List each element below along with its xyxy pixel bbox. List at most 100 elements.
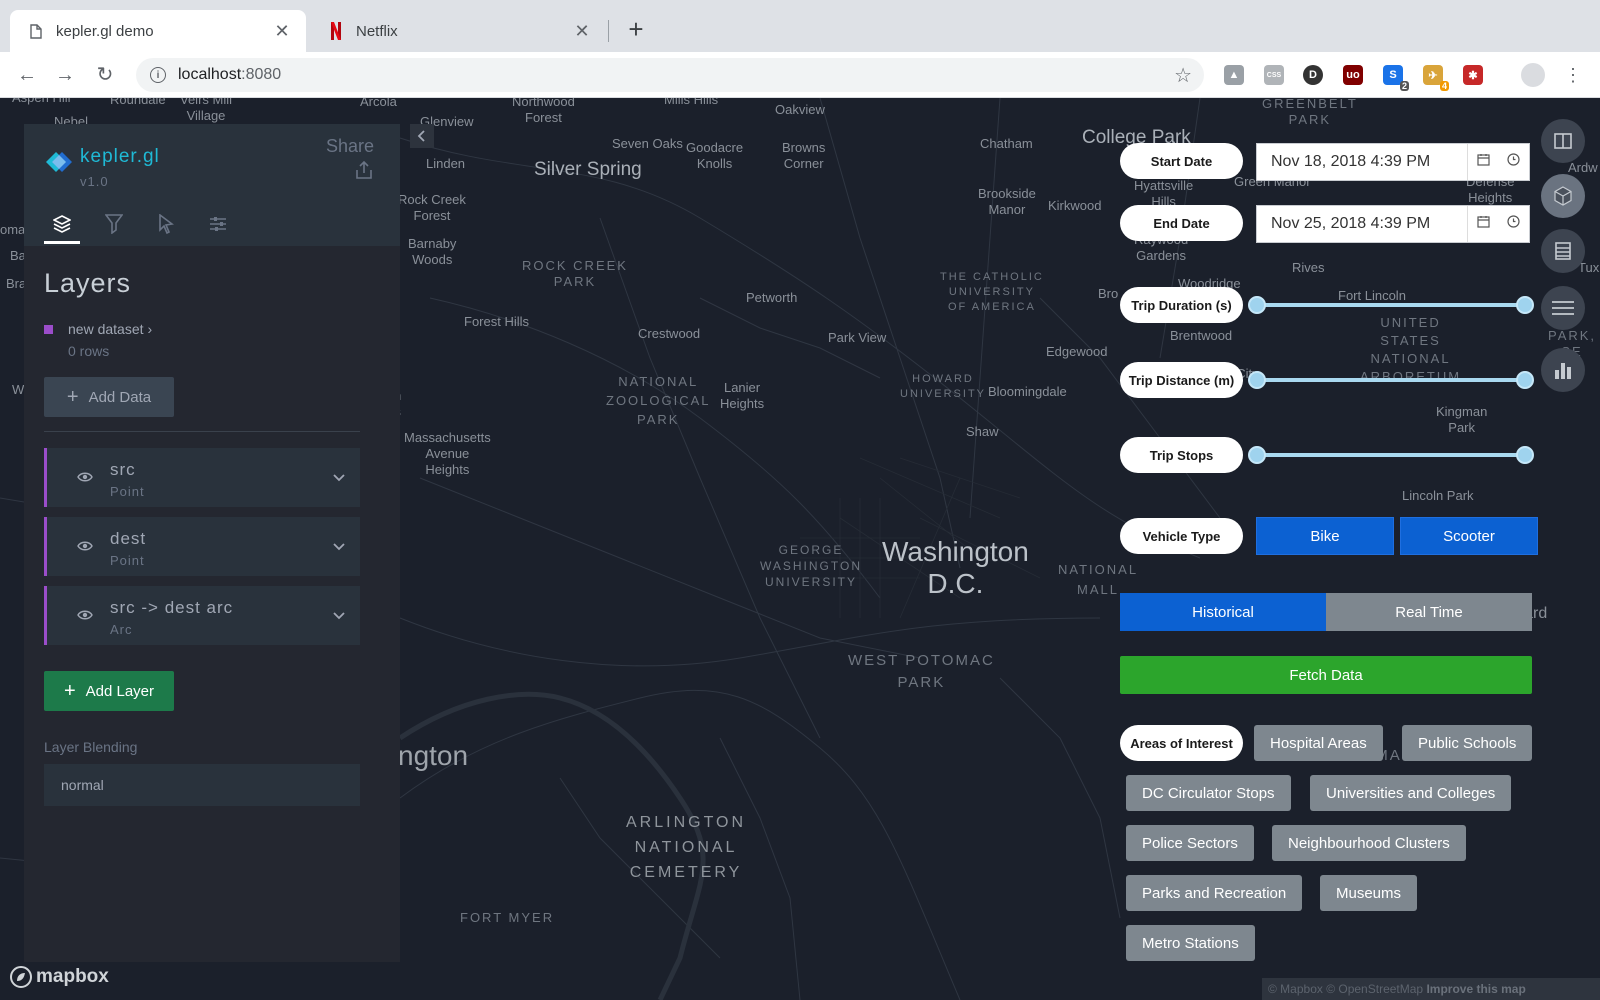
layer-item[interactable]: dest Point [44,517,360,576]
reload-icon[interactable]: ↻ [92,62,118,88]
area-metro-stations[interactable]: Metro Stations [1126,925,1255,961]
tab-filters[interactable] [96,204,132,244]
css-icon[interactable]: CSS [1264,65,1284,85]
chevron-right-icon[interactable]: › [148,321,153,337]
kepler-logo-icon [46,152,72,172]
ublock-icon[interactable]: uo [1343,65,1363,85]
area-dc-circulator-stops[interactable]: DC Circulator Stops [1126,775,1291,811]
map-label: HOWARD UNIVERSITY [900,373,987,400]
browser-tab-strip: kepler.gl demo ✕ Netflix ✕ + [0,0,1600,52]
tab-kepler[interactable]: kepler.gl demo ✕ [10,10,306,52]
improve-map-link[interactable]: Improve this map [1426,982,1525,996]
split-map-button[interactable] [1541,119,1585,163]
dataset-color-swatch [44,324,53,334]
map-attribution: © Mapbox © OpenStreetMap Improve this ma… [1262,978,1600,1000]
fetch-data-button[interactable]: Fetch Data [1120,656,1532,694]
add-layer-button[interactable]: + Add Layer [44,671,174,711]
chart-button[interactable] [1541,348,1585,392]
puzzle-icon[interactable]: ✱ [1463,65,1483,85]
area-parks-recreation[interactable]: Parks and Recreation [1126,875,1303,911]
chevron-down-icon[interactable] [332,539,346,553]
map-label: Mills Hills [664,98,719,107]
3d-view-button[interactable] [1541,174,1585,218]
start-date-value[interactable]: Nov 18, 2018 4:39 PM [1257,153,1467,171]
menu-button[interactable] [1541,286,1585,330]
map-label: Kingman Park [1436,404,1488,435]
share-button[interactable]: Share [326,136,374,157]
map-label: ngton [398,740,469,771]
close-tab-icon[interactable]: ✕ [570,19,594,43]
slider-handle-max[interactable] [1516,371,1534,389]
slider-handle-max[interactable] [1516,446,1534,464]
slider-handle-min[interactable] [1248,296,1266,314]
clock-icon[interactable] [1507,153,1520,171]
calendar-icon[interactable] [1477,153,1490,171]
start-date-input[interactable]: Nov 18, 2018 4:39 PM [1256,143,1530,181]
map-label: Oakview [775,102,825,117]
area-hospital-areas[interactable]: Hospital Areas [1254,725,1383,761]
trip-duration-slider[interactable] [1248,296,1534,314]
area-museums[interactable]: Museums [1320,875,1418,911]
map-label: Seven Oaks [612,136,683,151]
historical-toggle[interactable]: Historical [1120,593,1326,631]
dataset-row[interactable]: new dataset › [44,321,380,337]
collapse-panel-button[interactable] [410,124,434,148]
share-icon[interactable] [354,160,374,180]
map-label: THE CATHOLIC UNIVERSITY OF AMERICA [940,271,1044,313]
add-data-button[interactable]: + Add Data [44,377,174,417]
end-date-input[interactable]: Nov 25, 2018 4:39 PM [1256,205,1530,243]
trip-stops-slider[interactable] [1248,446,1534,464]
dataset-name[interactable]: new dataset [68,321,144,337]
layer-item[interactable]: src -> dest arc Arc [44,586,360,645]
mapbox-logo[interactable]: mapbox [10,966,109,988]
menu-dots-icon[interactable]: ⋮ [1560,62,1586,88]
d-icon[interactable]: D [1303,65,1323,85]
close-tab-icon[interactable]: ✕ [270,19,294,43]
address-bar[interactable]: i localhost:8080 ☆ [136,58,1204,92]
3d-view-icon [1554,186,1572,206]
bike-toggle[interactable]: Bike [1256,517,1394,555]
tab-interactions[interactable] [148,204,184,244]
bookmark-star-icon[interactable]: ☆ [1174,63,1192,88]
s-icon[interactable]: S2 [1383,65,1409,91]
area-police-sectors[interactable]: Police Sectors [1126,825,1254,861]
drive-icon[interactable]: ▲ [1224,65,1244,85]
tab-map-style[interactable] [200,204,236,244]
chevron-down-icon[interactable] [332,470,346,484]
scooter-toggle[interactable]: Scooter [1400,517,1538,555]
trip-duration-label: Trip Duration (s) [1120,287,1243,323]
profile-avatar[interactable] [1521,63,1545,87]
attribution-text[interactable]: © Mapbox © OpenStreetMap [1268,982,1423,996]
new-tab-icon[interactable]: + [622,16,650,44]
clock-icon[interactable] [1507,215,1520,233]
tab-netflix[interactable]: Netflix ✕ [310,10,606,52]
slider-handle-min[interactable] [1248,446,1266,464]
tab-layers[interactable] [44,204,80,244]
eye-icon[interactable] [77,609,93,621]
forward-icon[interactable]: → [52,62,78,88]
eye-icon[interactable] [77,540,93,552]
slider-handle-min[interactable] [1248,371,1266,389]
realtime-toggle[interactable]: Real Time [1326,593,1532,631]
slider-handle-max[interactable] [1516,296,1534,314]
end-date-value[interactable]: Nov 25, 2018 4:39 PM [1257,215,1467,233]
map-label: Roundale [110,98,166,107]
add-layer-label: Add Layer [85,682,155,700]
layer-blending-select[interactable]: normal [44,764,360,806]
map-label: Massachusetts Avenue Heights [404,430,491,477]
eye-icon[interactable] [77,471,93,483]
area-neighbourhood-clusters[interactable]: Neighbourhood Clusters [1272,825,1466,861]
back-icon[interactable]: ← [14,62,40,88]
info-icon[interactable]: i [150,67,166,83]
trip-distance-slider[interactable] [1248,371,1534,389]
map-label: GREENBELT PARK [1262,98,1358,127]
dataset-row-count: 0 rows [68,343,110,359]
layer-item[interactable]: src Point [44,448,360,507]
legend-button[interactable] [1541,229,1585,273]
calendar-icon[interactable] [1477,215,1490,233]
ghostery-icon[interactable]: ✈ 4 [1423,65,1449,91]
chevron-down-icon[interactable] [332,608,346,622]
area-universities-colleges[interactable]: Universities and Colleges [1310,775,1512,811]
url-text[interactable]: localhost:8080 [178,66,1174,84]
area-public-schools[interactable]: Public Schools [1402,725,1533,761]
